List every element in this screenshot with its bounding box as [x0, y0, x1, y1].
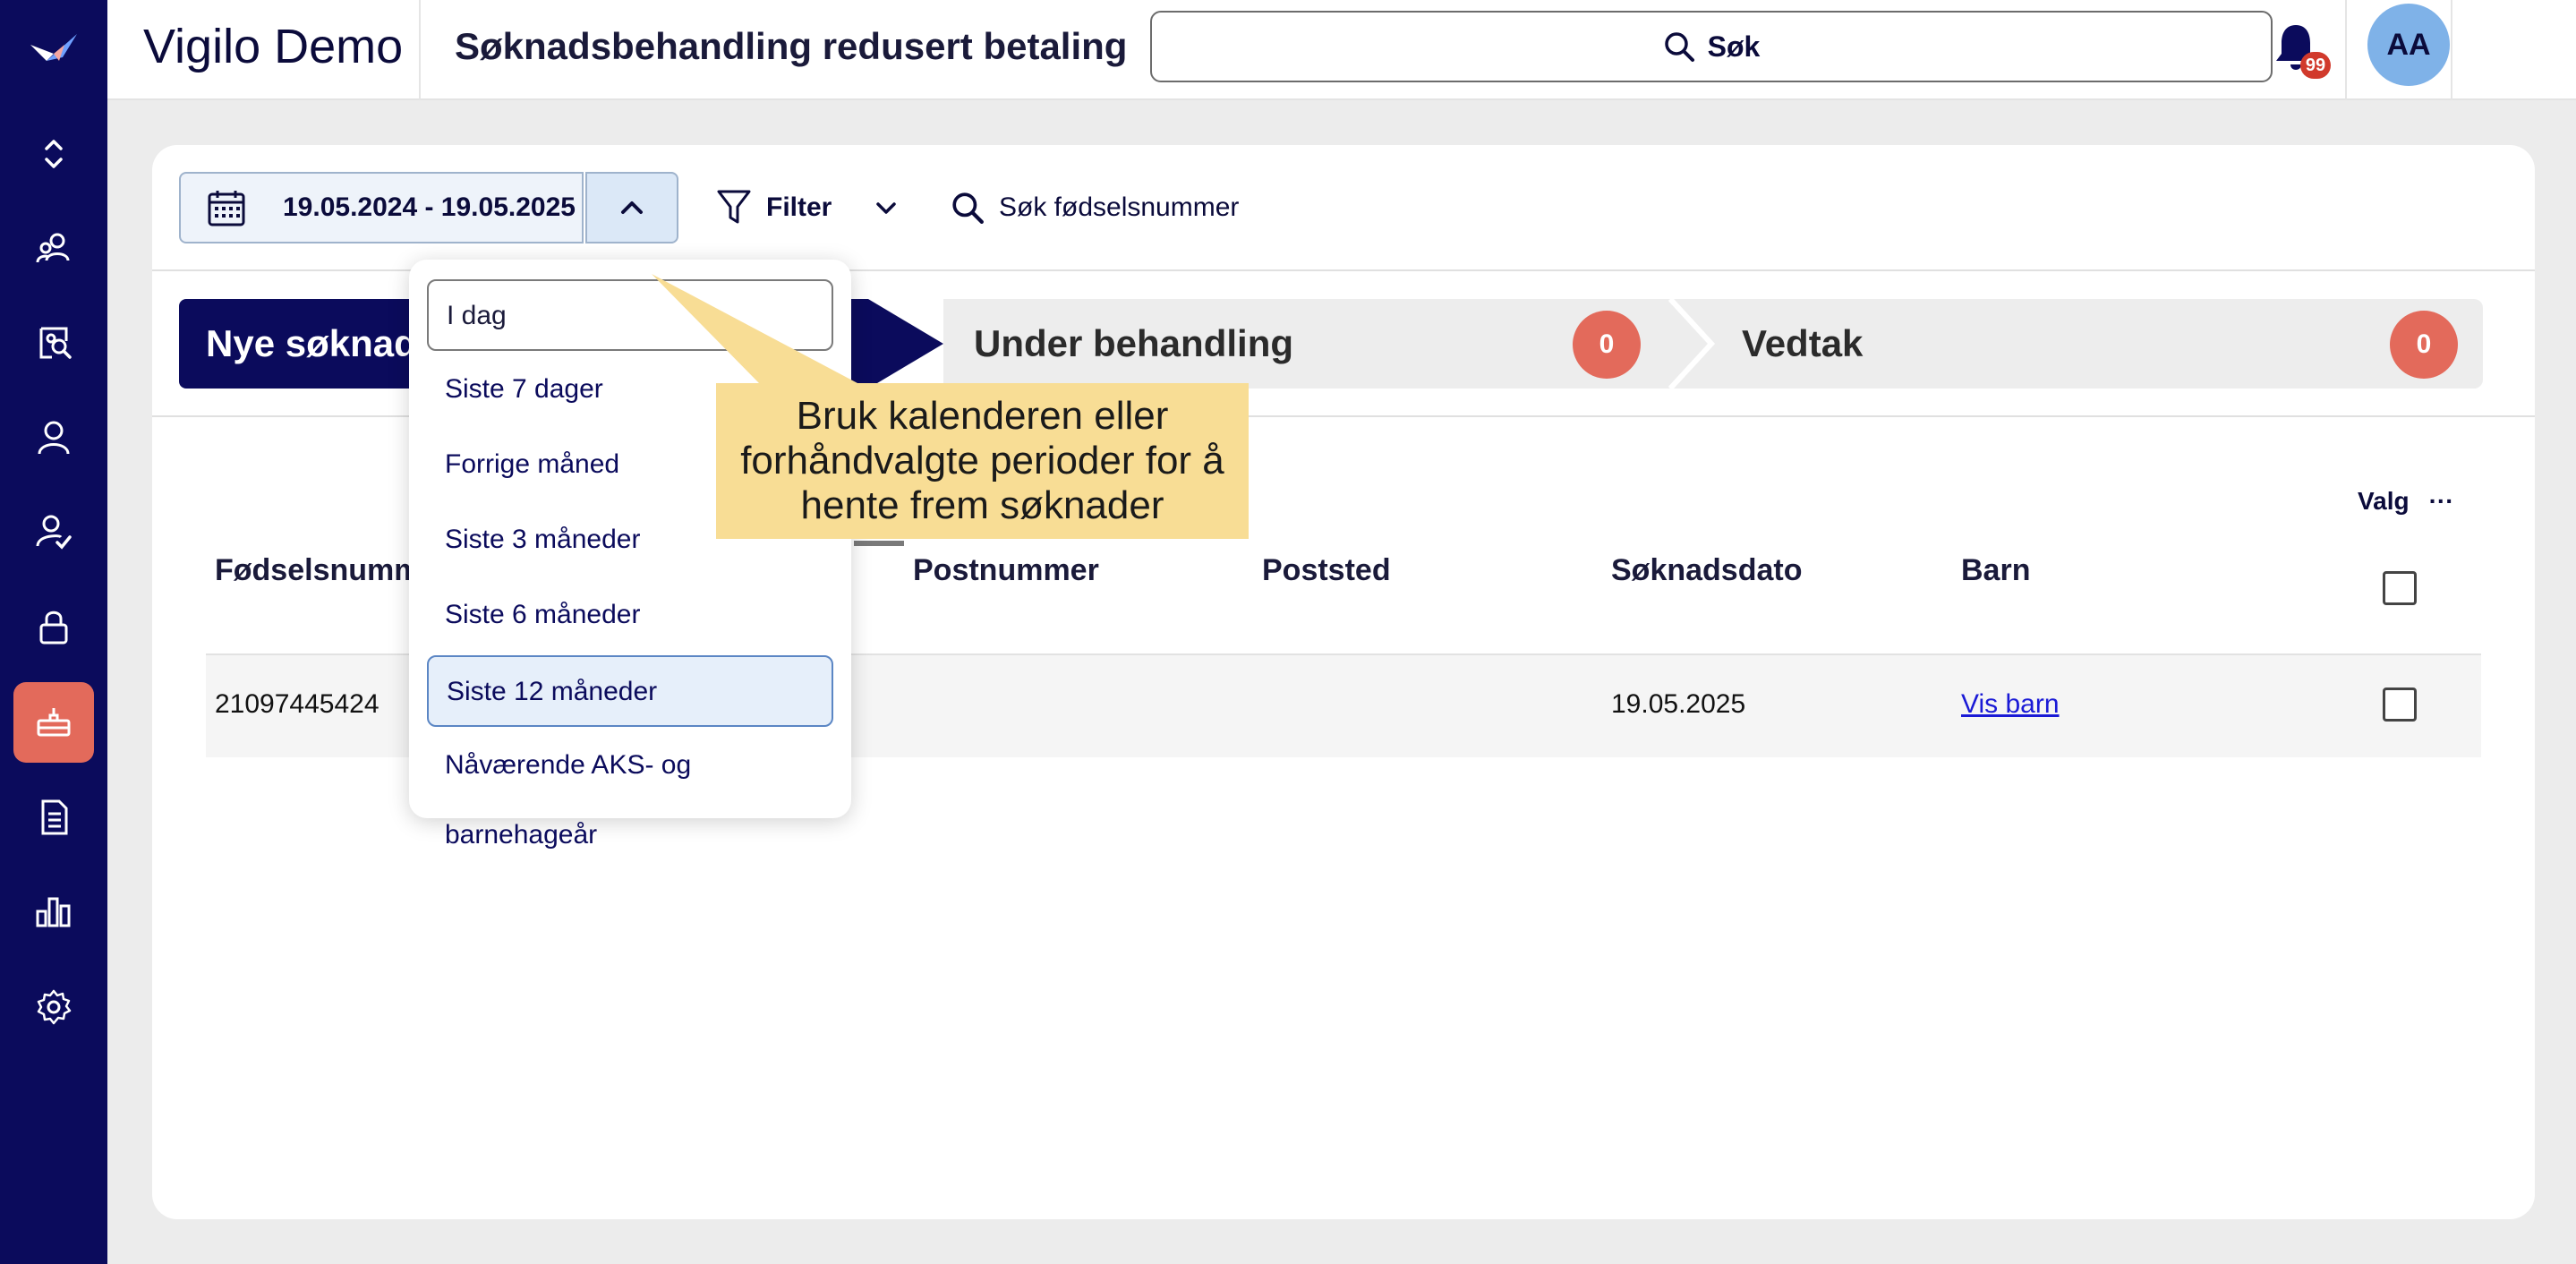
- header-divider: [2451, 0, 2452, 100]
- person-icon[interactable]: [13, 397, 94, 478]
- column-indicator: [854, 541, 904, 546]
- basket-icon[interactable]: [13, 682, 94, 763]
- column-header-postnummer[interactable]: Postnummer: [913, 553, 1099, 588]
- global-search-label: Søk: [1707, 30, 1761, 63]
- expand-collapse-icon[interactable]: [13, 114, 94, 194]
- cell-soknadsdato: 19.05.2025: [1611, 689, 1746, 719]
- people-icon[interactable]: [13, 208, 94, 288]
- step-in-progress-label[interactable]: Under behandling: [974, 299, 1293, 389]
- tooltip-callout: Bruk kalenderen eller forhåndvalgte peri…: [716, 383, 1249, 539]
- ssn-search-label: Søk fødselsnummer: [999, 192, 1240, 222]
- sidebar: [0, 0, 107, 1264]
- step-decision-count: 0: [2390, 311, 2458, 379]
- column-header-barn[interactable]: Barn: [1961, 553, 2030, 588]
- header-divider: [419, 0, 421, 100]
- step-in-progress-count: 0: [1573, 311, 1641, 379]
- preset-option-current-school-year[interactable]: Nåværende AKS- og barnehageår: [427, 730, 833, 850]
- page-title: Søknadsbehandling redusert betaling: [455, 25, 1128, 67]
- global-search-button[interactable]: Søk: [1150, 11, 2273, 82]
- notification-count-badge: 99: [2300, 52, 2331, 79]
- valg-menu[interactable]: Valg ···: [2358, 487, 2454, 516]
- top-header: Vigilo Demo Søknadsbehandling redusert b…: [107, 0, 2576, 100]
- filter-funnel-icon: [717, 190, 751, 224]
- bar-chart-icon[interactable]: [13, 871, 94, 952]
- date-range-value: 19.05.2024 - 19.05.2025: [283, 192, 576, 222]
- calendar-icon: [208, 191, 245, 226]
- select-all-checkbox[interactable]: [2383, 571, 2417, 605]
- vis-barn-link[interactable]: Vis barn: [1961, 689, 2060, 720]
- chevron-down-icon: [876, 202, 897, 214]
- date-preset-toggle[interactable]: [585, 172, 678, 243]
- search-icon: [1664, 32, 1694, 62]
- preset-option-last-12-months[interactable]: Siste 12 måneder: [427, 655, 833, 727]
- date-range-button[interactable]: 19.05.2024 - 19.05.2025: [179, 172, 584, 243]
- column-header-soknadsdato[interactable]: Søknadsdato: [1611, 553, 1802, 588]
- step-separator-chevron: [1668, 299, 1716, 389]
- filter-button[interactable]: Filter: [716, 183, 900, 233]
- vigilo-logo-icon[interactable]: [27, 27, 81, 72]
- brand-name: Vigilo Demo: [143, 20, 404, 73]
- lock-icon[interactable]: [13, 586, 94, 667]
- search-people-icon[interactable]: [13, 303, 94, 383]
- person-check-icon[interactable]: [13, 491, 94, 572]
- column-header-poststed[interactable]: Poststed: [1262, 553, 1391, 588]
- preset-option-last-6-months[interactable]: Siste 6 måneder: [427, 580, 833, 652]
- cell-fodselsnummer: 21097445424: [215, 689, 380, 719]
- ssn-search-button[interactable]: Søk fødselsnummer: [951, 183, 1239, 233]
- chevron-up-icon: [621, 201, 643, 214]
- search-icon: [952, 192, 984, 224]
- step-decision-label[interactable]: Vedtak: [1742, 299, 1863, 389]
- user-avatar[interactable]: AA: [2367, 4, 2450, 86]
- callout-pointer: [652, 274, 857, 383]
- gear-icon[interactable]: [13, 967, 94, 1047]
- document-icon[interactable]: [13, 777, 94, 858]
- row-checkbox[interactable]: [2383, 688, 2417, 722]
- header-divider: [2345, 0, 2347, 100]
- filter-label: Filter: [766, 192, 832, 222]
- valg-label: Valg: [2358, 487, 2410, 515]
- more-options-icon: ···: [2428, 487, 2454, 515]
